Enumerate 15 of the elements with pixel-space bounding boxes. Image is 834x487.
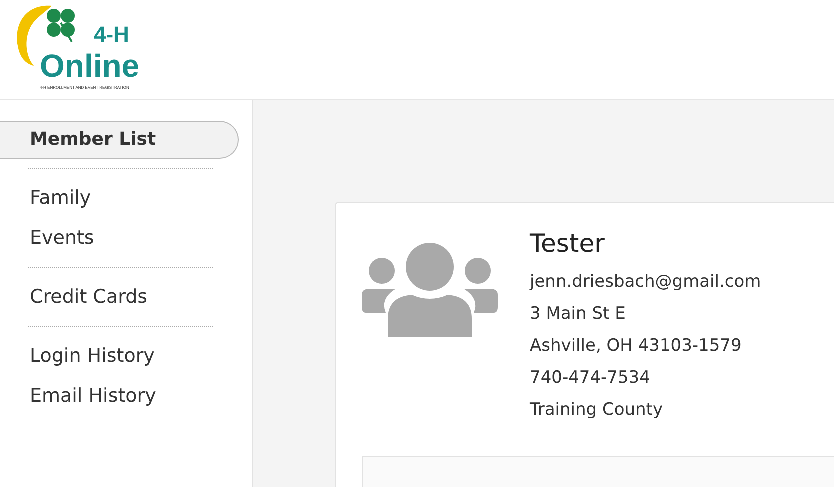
sidebar-item[interactable]: Member List <box>0 121 239 159</box>
sidebar-item[interactable]: Family <box>0 178 252 218</box>
logo-title: 4-H <box>94 22 130 48</box>
sidebar-item[interactable]: Login History <box>0 336 252 376</box>
member-detail: 3 Main St E <box>530 303 627 326</box>
sidebar-item[interactable]: Events <box>0 218 252 258</box>
member-detail: Ashville, OH 43103-1579 <box>530 335 743 358</box>
member-detail: Training County <box>530 399 664 422</box>
member-detail: 740-474-7534 <box>530 367 652 390</box>
sidebar-item[interactable]: Email History <box>0 376 252 416</box>
group-icon <box>362 243 498 339</box>
member-name: Tester <box>530 229 606 258</box>
member-detail: jenn.driesbach@gmail.com <box>530 271 762 294</box>
logo-name: Online <box>40 48 140 84</box>
sidebar-item[interactable]: Credit Cards <box>0 277 252 317</box>
